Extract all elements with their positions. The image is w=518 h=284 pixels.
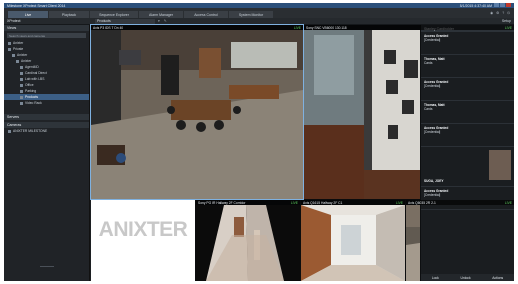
status-icon[interactable]: ◉ [490,11,493,15]
live-badge: LIVE [504,200,512,205]
view-icon [20,95,23,99]
tab-sequence-explorer[interactable]: Sequence Explorer [90,11,138,18]
view-icon [20,77,23,81]
setup-button[interactable]: Setup [502,19,511,23]
tab-alarm-manager[interactable]: Alarm Manager [139,11,183,18]
server-icon [8,129,11,133]
sidebar: Views Search views and cameras Anixter P… [4,25,90,281]
event-detail: [Credential] [424,84,441,88]
settings-icon[interactable]: ⚙ [496,11,499,15]
view-icon [20,101,23,105]
anixter-logo: ANIXTER [98,218,188,241]
camera-title: Sony SNC VB6000 130.118 [306,25,347,30]
camera-feed-conference-room [91,30,303,199]
view-icon [20,71,23,75]
servers-section-header[interactable]: Servers [4,114,89,120]
views-section-header[interactable]: Views [4,25,89,31]
camera-title: Sony PG IR Hallway 2F Corridor [198,200,246,205]
camera-feed-corridor [196,205,300,281]
maximize-button[interactable] [500,3,505,7]
event-detail: Cards [424,107,433,111]
resize-grip[interactable] [40,266,54,267]
actions-button[interactable]: Actions [492,276,503,280]
camera-tree-item[interactable]: ANIXTER MILESTONE [4,128,89,134]
tab-playback[interactable]: Playback [49,11,89,18]
cardholder-name: SUGA, JOEY [424,179,444,183]
camera-title: Axis P3 IDS T Dn 40 [93,25,124,30]
folder-icon [16,59,19,63]
live-badge: LIVE [504,25,512,30]
cardholder-photo [489,150,511,180]
event-detail: Cards [424,61,433,65]
camera-feed-hallway [301,205,405,281]
camera-tile-4[interactable]: Sony PG IR Hallway 2F Corridor LIVE [196,200,300,281]
event-item[interactable]: Access Granted [Credential] [421,78,514,101]
event-item[interactable]: Thomas, Matt Cards [421,55,514,78]
camera-tile-3-logo[interactable]: ANIXTER [91,200,195,281]
panel-footer: Lock Unlock Actions [421,274,514,281]
logout-icon[interactable]: ⏻ [507,11,510,15]
help-icon[interactable]: ? [502,11,504,15]
lock-button[interactable]: Lock [432,276,439,280]
tab-system-monitor[interactable]: System Monitor [229,11,273,18]
camera-title: Axis Q6035 2R 2-1 [408,200,436,205]
minimize-button[interactable] [494,3,499,7]
folder-icon [8,47,11,51]
folder-icon [12,53,15,57]
tree-item[interactable]: Video Rack [4,100,89,106]
event-detail: [Credential] [424,193,441,197]
view-toolbar: XProtect Products ▾ ✎ Setup [4,18,514,25]
close-button[interactable] [506,3,511,7]
camera-title: Axis Q1615 Hallway 2F C1 [303,200,343,205]
event-detail: [Credential] [424,130,441,134]
access-control-panel: Stanley Cardholder Access Granted [Crede… [420,25,514,281]
event-item[interactable]: Access Granted [Credential] [421,187,514,210]
unlock-button[interactable]: Unlock [461,276,471,280]
view-icon [20,65,23,69]
event-detail: [Credential] [424,38,441,42]
event-item[interactable]: Thomas, Matt Cards [421,101,514,124]
view-select[interactable]: Products [95,18,155,24]
live-badge: LIVE [395,200,403,205]
workspace-tabs: Live Playback Sequence Explorer Alarm Ma… [4,8,514,18]
camera-tile-5[interactable]: Axis Q1615 Hallway 2F C1 LIVE [301,200,405,281]
event-item[interactable]: Access Granted [Credential] [421,32,514,55]
live-badge: LIVE [293,25,301,30]
search-input[interactable]: Search views and cameras [7,33,86,38]
event-item-with-photo[interactable]: SUGA, JOEY [421,147,514,187]
pin-icon[interactable]: ✎ [164,19,167,23]
app-window: Milestone XProtect Smart Client 2014 5/1… [4,3,514,281]
camera-tile-1[interactable]: Axis P3 IDS T Dn 40 LIVE [90,24,304,200]
window-title: Milestone XProtect Smart Client 2014 [7,3,66,8]
tab-live[interactable]: Live [8,11,48,18]
tab-access-control[interactable]: Access Control [184,11,228,18]
view-icon [20,83,23,87]
event-item[interactable]: Access Granted [Credential] [421,124,514,147]
views-label: XProtect [7,19,21,23]
view-icon [20,89,23,93]
live-badge: LIVE [290,200,298,205]
folder-icon [8,41,11,45]
chevron-down-icon[interactable]: ▾ [158,19,160,23]
